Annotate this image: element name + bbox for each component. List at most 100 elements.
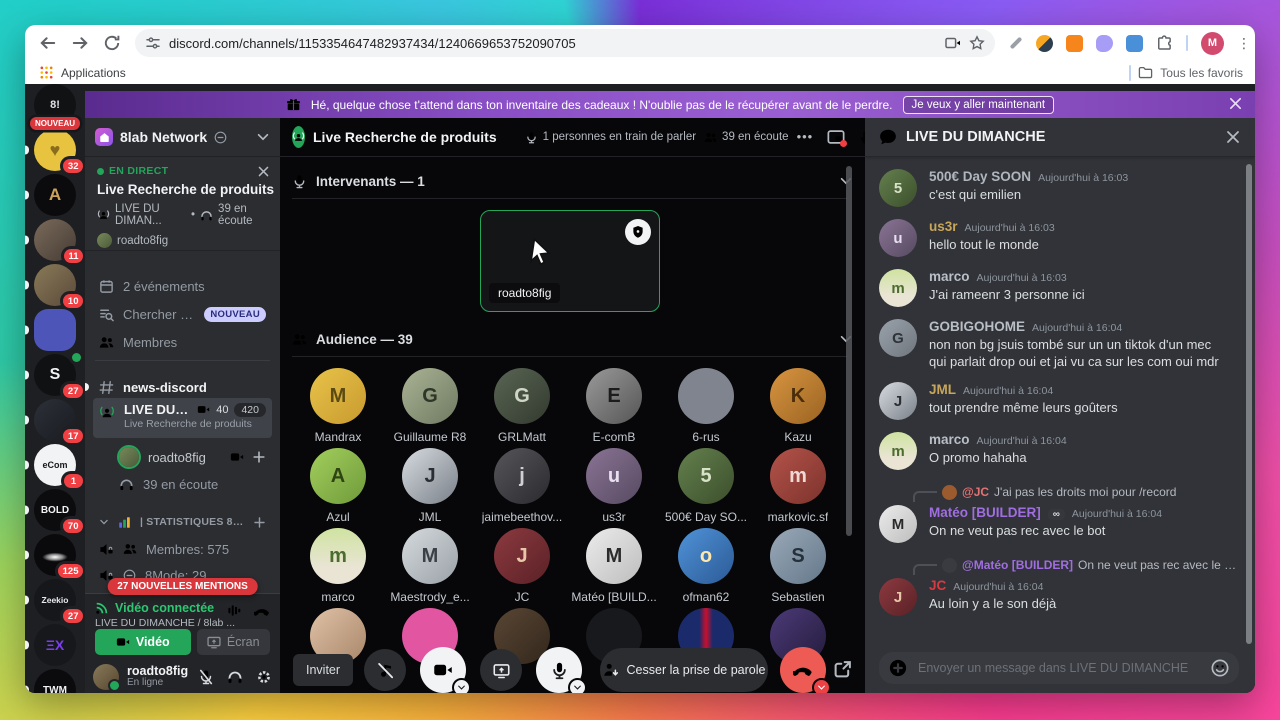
camera-button[interactable]: [420, 647, 469, 693]
add-user-icon[interactable]: [252, 450, 266, 464]
message-input[interactable]: [916, 660, 1202, 676]
voice-user-roadto8fig[interactable]: roadto8fig: [93, 444, 272, 470]
message-author[interactable]: GOBIGOHOME: [929, 319, 1025, 334]
audience-member[interactable]: M Matéo [BUILD...: [568, 528, 660, 608]
audience-avatar[interactable]: J: [494, 528, 550, 584]
audience-member[interactable]: m marco: [292, 528, 384, 608]
server-avatar[interactable]: [34, 309, 76, 351]
message-avatar[interactable]: 5: [879, 169, 917, 207]
server-icon[interactable]: 11: [25, 219, 85, 263]
chat-message[interactable]: 5 500€ Day SOON Aujourd'hui à 16:03 c'es…: [879, 169, 1239, 207]
audience-avatar[interactable]: 5: [678, 448, 734, 504]
audience-member[interactable]: u us3r: [568, 448, 660, 528]
message-author[interactable]: us3r: [929, 219, 958, 234]
server-icon[interactable]: Zeekio 27: [25, 579, 85, 623]
message-author[interactable]: Matéo [BUILDER]: [929, 505, 1041, 520]
server-icon[interactable]: 17: [25, 399, 85, 443]
banner-cta-button[interactable]: Je veux y aller maintenant: [902, 95, 1055, 114]
sidebar-item-events[interactable]: 2 événements: [93, 273, 272, 299]
chat-message[interactable]: m marco Aujourd'hui à 16:03 J'ai rameenr…: [879, 269, 1239, 307]
stat-channel-members[interactable]: Membres: 575: [93, 536, 272, 562]
attach-plus-icon[interactable]: [889, 659, 907, 677]
audience-avatar[interactable]: [678, 368, 734, 424]
audience-member[interactable]: j jaimebeethov...: [476, 448, 568, 528]
server-icon[interactable]: A: [25, 174, 85, 216]
audience-avatar[interactable]: M: [586, 528, 642, 584]
disconnect-icon[interactable]: [254, 603, 270, 619]
audience-member[interactable]: M Maestrody_e...: [384, 528, 476, 608]
message-avatar[interactable]: G: [879, 319, 917, 357]
audience-member[interactable]: o ofman62: [660, 528, 752, 608]
bookmark-star-icon[interactable]: [969, 35, 985, 51]
profile-avatar[interactable]: M: [1201, 31, 1224, 55]
metamask-extension-icon[interactable]: [1066, 34, 1083, 52]
server-icon[interactable]: eCom 1: [25, 444, 85, 488]
server-icon[interactable]: [25, 309, 85, 351]
new-mentions-pill[interactable]: 27 NOUVELLES MENTIONS: [107, 578, 258, 595]
moderator-badge-icon[interactable]: [625, 219, 651, 245]
soundboard-muted-button[interactable]: [364, 649, 406, 691]
audience-avatar[interactable]: M: [402, 528, 458, 584]
audience-member[interactable]: 5 500€ Day SO...: [660, 448, 752, 528]
reload-icon[interactable]: [103, 34, 121, 52]
audience-avatar[interactable]: M: [310, 368, 366, 424]
server-avatar[interactable]: A: [34, 174, 76, 216]
reply-mention[interactable]: @Matéo [BUILDER]: [962, 558, 1073, 572]
audience-avatar[interactable]: m: [770, 448, 826, 504]
sidebar-item-browse[interactable]: Chercher des ... NOUVEAU: [93, 301, 272, 327]
message-author[interactable]: marco: [929, 432, 970, 447]
message-avatar[interactable]: m: [879, 269, 917, 307]
server-icon[interactable]: S 27: [25, 353, 85, 398]
applications-bookmark[interactable]: Applications: [61, 66, 126, 80]
back-icon[interactable]: [39, 34, 57, 52]
extensions-puzzle-icon[interactable]: [1156, 35, 1173, 52]
audience-avatar[interactable]: j: [494, 448, 550, 504]
audience-member[interactable]: M Mandrax: [292, 368, 384, 448]
address-bar[interactable]: discord.com/channels/1153354647482937434…: [135, 29, 995, 57]
noise-suppression-icon[interactable]: [227, 603, 242, 618]
server-icon[interactable]: 125: [25, 534, 85, 578]
downloader-extension-icon[interactable]: [1126, 34, 1143, 52]
message-avatar[interactable]: m: [879, 432, 917, 471]
round-extension-icon[interactable]: [1036, 34, 1053, 52]
server-icon[interactable]: BOLD 70: [25, 489, 85, 533]
message-author[interactable]: JML: [929, 382, 956, 397]
more-options-icon[interactable]: •••: [797, 129, 814, 144]
message-avatar[interactable]: M: [879, 505, 917, 544]
audience-avatar[interactable]: G: [494, 368, 550, 424]
audience-avatar[interactable]: S: [770, 528, 826, 584]
server-header[interactable]: 8lab Network: [85, 118, 280, 157]
settings-gear-icon[interactable]: [256, 669, 272, 685]
audience-member[interactable]: 6-rus: [660, 368, 752, 448]
audience-section-header[interactable]: Audience — 39: [292, 328, 853, 350]
audience-avatar[interactable]: A: [310, 448, 366, 504]
audience-member[interactable]: E E-comB: [568, 368, 660, 448]
screenshare-button[interactable]: [480, 649, 522, 691]
chat-message[interactable]: m marco Aujourd'hui à 16:04 O promo haha…: [879, 432, 1239, 471]
screen-share-button[interactable]: Écran: [196, 629, 270, 655]
chrome-menu-icon[interactable]: ⋮: [1237, 35, 1251, 52]
chat-messages[interactable]: 5 500€ Day SOON Aujourd'hui à 16:03 c'es…: [865, 157, 1245, 655]
phantom-extension-icon[interactable]: [1096, 34, 1113, 52]
reply-context[interactable]: @Matéo [BUILDER] On ne veut pas rec avec…: [913, 555, 1239, 576]
message-avatar[interactable]: u: [879, 219, 917, 257]
audience-member[interactable]: A Azul: [292, 448, 384, 528]
forward-icon[interactable]: [71, 34, 89, 52]
speakers-section-header[interactable]: Intervenants — 1: [292, 170, 853, 192]
audience-member[interactable]: S Sebastien: [752, 528, 844, 608]
message-avatar[interactable]: J: [879, 578, 917, 617]
invite-button[interactable]: Inviter: [293, 654, 354, 686]
stage-scrollbar[interactable]: [846, 166, 852, 536]
emoji-picker-icon[interactable]: [1211, 659, 1229, 677]
reply-mention[interactable]: @JC: [962, 485, 989, 499]
sidebar-item-members[interactable]: Membres: [93, 329, 272, 355]
tab-camera-icon[interactable]: [945, 35, 961, 51]
banner-close-icon[interactable]: [1228, 96, 1243, 111]
server-icon[interactable]: ΞX: [25, 624, 85, 666]
camera-options-chevron[interactable]: [454, 680, 469, 693]
pen-extension-icon[interactable]: [1009, 36, 1023, 50]
audience-avatar[interactable]: o: [678, 528, 734, 584]
message-avatar[interactable]: J: [879, 382, 917, 421]
popout-player-icon[interactable]: [827, 128, 848, 148]
chat-message[interactable]: u us3r Aujourd'hui à 16:03 hello tout le…: [879, 219, 1239, 257]
